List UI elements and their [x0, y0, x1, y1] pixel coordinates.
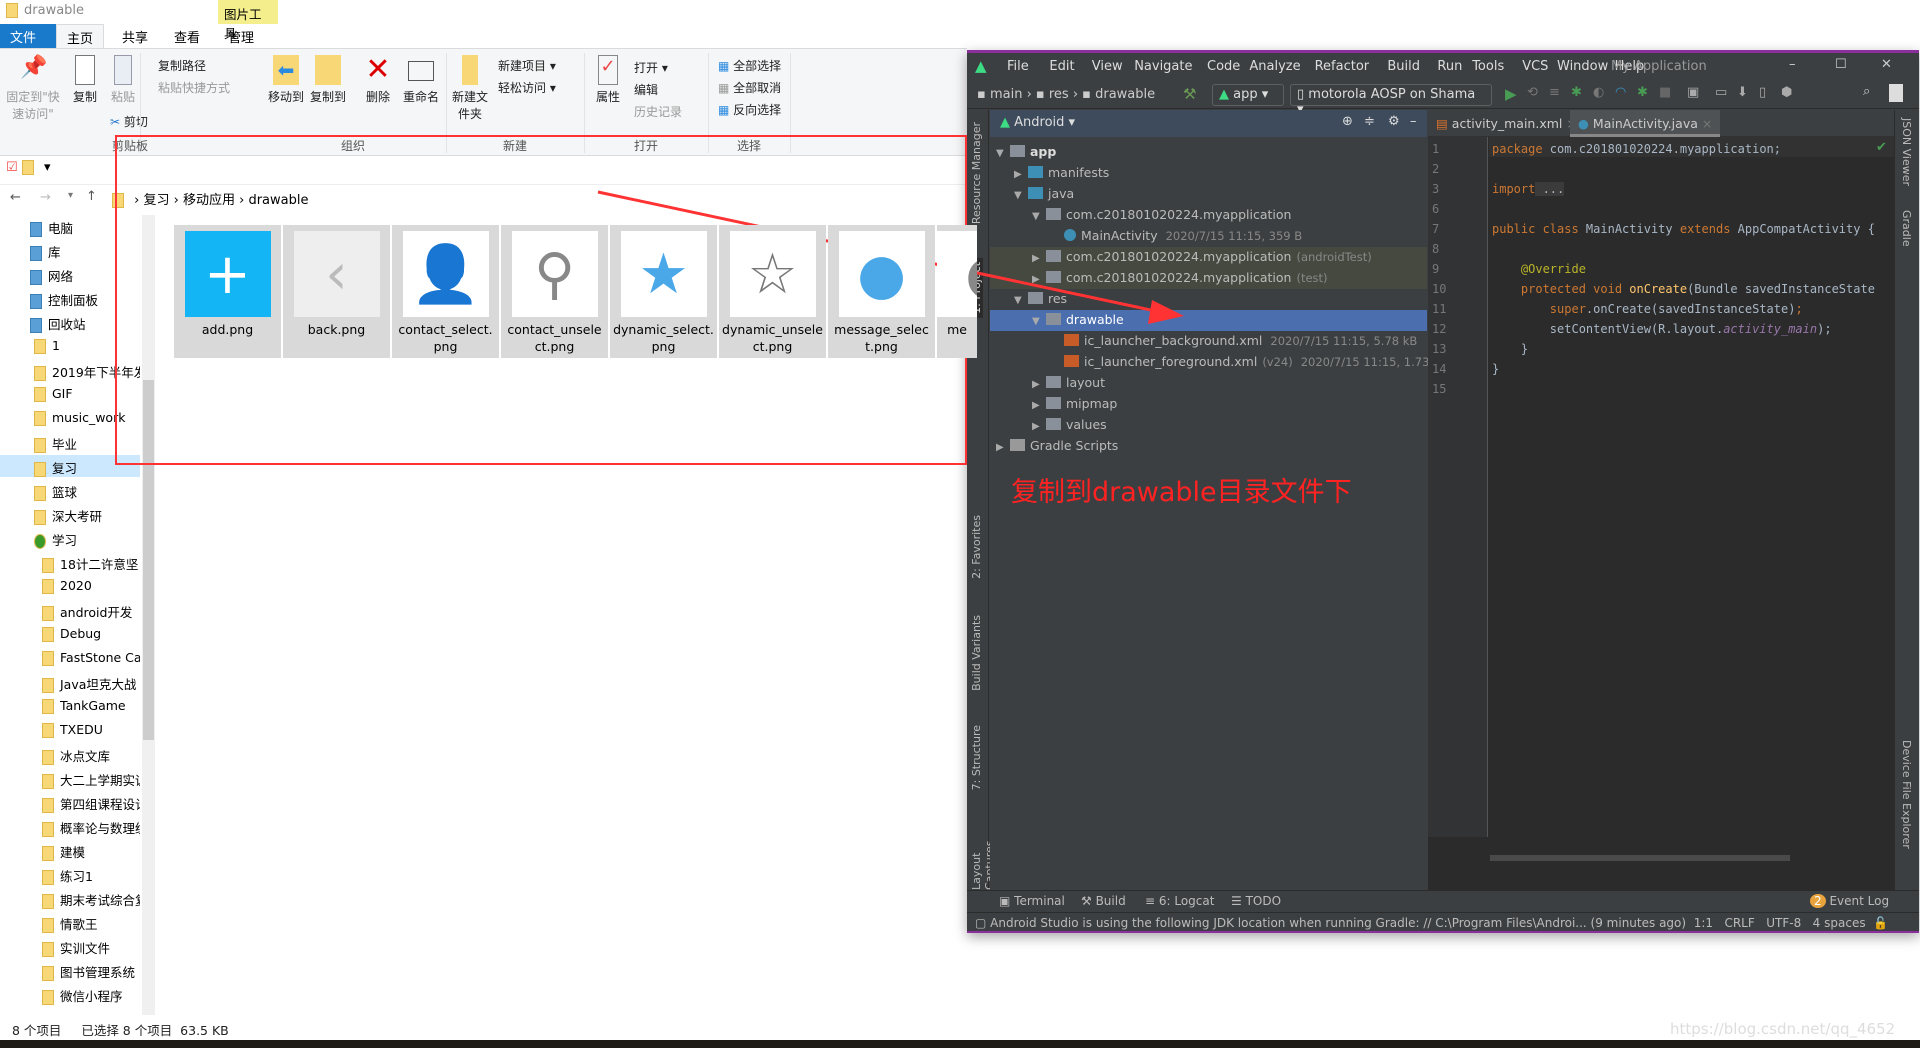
annotation-arrow [597, 190, 1184, 324]
file-name: dynamic_select.png [613, 322, 714, 354]
chat-bubble-icon: ● [838, 231, 925, 317]
star-outline-icon: ☆ [729, 231, 816, 317]
file-item[interactable]: + add.png [174, 225, 281, 358]
plus-icon: + [184, 231, 271, 317]
file-name: contact_unselect.png [507, 322, 602, 354]
file-name: message_select.png [834, 322, 929, 354]
person-filled-icon: 👤 [402, 231, 489, 317]
file-item[interactable]: ‹ back.png [283, 225, 390, 358]
file-item[interactable]: 👤 contact_select.png [392, 225, 499, 358]
file-item[interactable]: ⚲ contact_unselect.png [501, 225, 608, 358]
annotation-text: 复制到drawable目录文件下 [1011, 477, 1352, 508]
watermark: https://blog.csdn.net/qq_4652 [1670, 1020, 1896, 1038]
file-item[interactable]: ◖ me [937, 225, 977, 358]
file-item[interactable]: ☆ dynamic_unselect.png [719, 225, 826, 358]
arrow-head [1148, 300, 1184, 324]
person-outline-icon: ⚲ [511, 231, 598, 317]
file-name: back.png [307, 322, 366, 337]
file-name: add.png [201, 322, 254, 337]
star-filled-icon: ★ [620, 231, 707, 317]
file-item[interactable]: ★ dynamic_select.png [610, 225, 717, 358]
chevron-left-icon: ‹ [293, 231, 380, 317]
file-name: me [947, 322, 967, 337]
partial-icon: ◖ [937, 231, 977, 317]
file-item[interactable]: ● message_select.png [828, 225, 935, 358]
file-name: dynamic_unselect.png [722, 322, 823, 354]
file-name: contact_select.png [398, 322, 493, 354]
